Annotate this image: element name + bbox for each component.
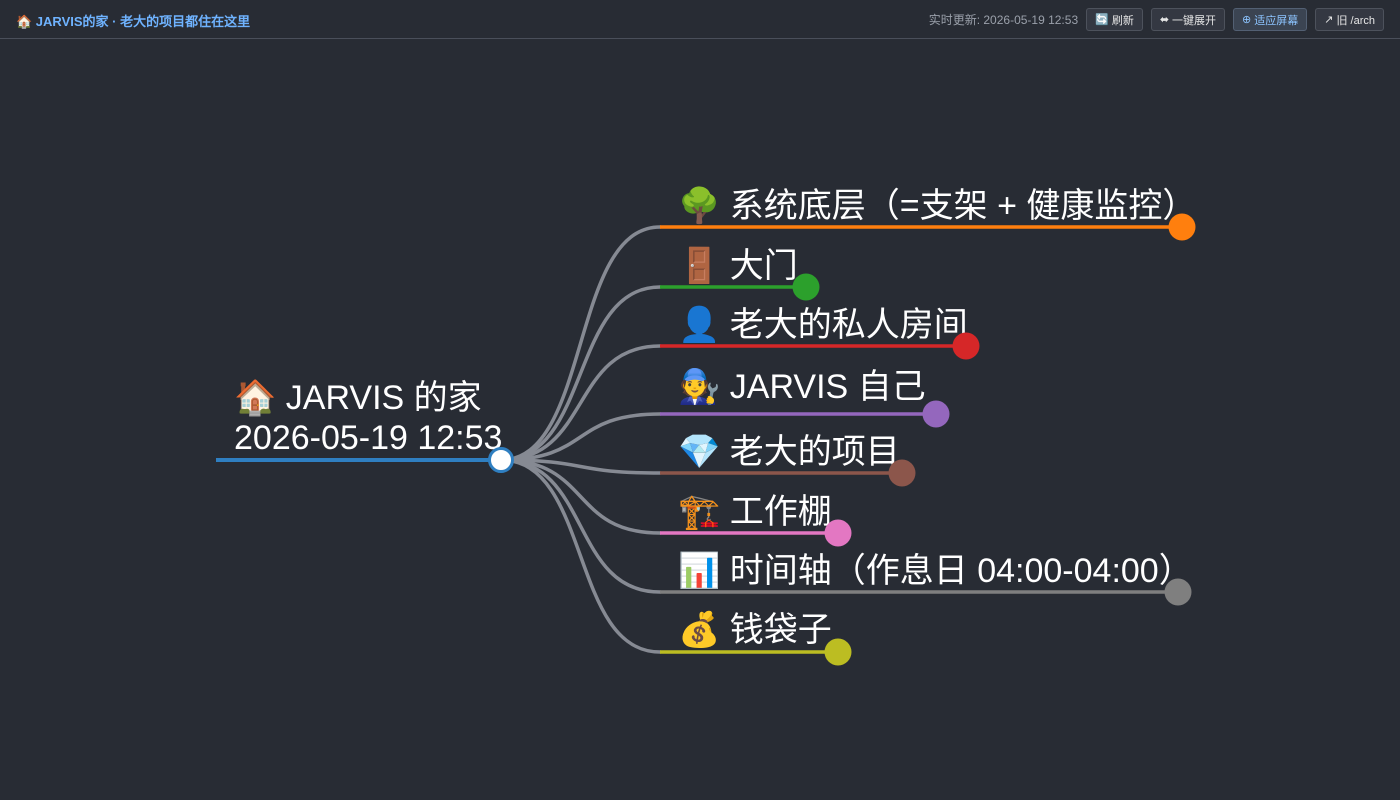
child-expand-circle[interactable] <box>922 400 950 428</box>
fit-screen-label: 适应屏幕 <box>1254 14 1299 27</box>
child-node-label[interactable]: 💰 钱袋子 <box>678 610 832 650</box>
child-expand-circle[interactable] <box>1168 213 1196 241</box>
old-arch-link-button[interactable]: ↗ 旧 /arch <box>1315 8 1384 31</box>
child-node-label[interactable]: 🌳 系统底层（=支架 + 健康监控） <box>678 185 1196 225</box>
expand-icon: ⬌ <box>1159 14 1170 26</box>
old-arch-label: 旧 /arch <box>1336 14 1375 27</box>
update-status: 实时更新: 2026-05-19 12:53 <box>928 13 1079 27</box>
branch-connector <box>499 458 662 654</box>
child-expand-circle[interactable] <box>824 519 852 547</box>
root-node-title[interactable]: 🏠 JARVIS 的家 <box>234 379 482 417</box>
child-expand-circle[interactable] <box>792 273 820 301</box>
external-link-icon: ↗ <box>1324 14 1334 26</box>
branch-connector <box>499 285 662 462</box>
child-expand-circle[interactable] <box>824 638 852 666</box>
child-node-label[interactable]: 👤 老大的私人房间 <box>678 305 968 344</box>
fit-screen-button[interactable]: ⊕ 适应屏幕 <box>1233 8 1308 31</box>
branch-connector <box>499 225 662 462</box>
refresh-icon: 🔄 <box>1095 14 1109 26</box>
fit-icon: ⊕ <box>1242 14 1252 26</box>
refresh-button[interactable]: 🔄 刷新 <box>1086 8 1143 31</box>
child-node-label[interactable]: 🚪 大门 <box>678 246 798 285</box>
expand-all-label: 一键展开 <box>1172 14 1217 27</box>
branch-connector <box>499 458 662 594</box>
root-toggle-circle[interactable] <box>488 447 514 473</box>
child-node-label[interactable]: 💎 老大的项目 <box>678 433 900 471</box>
mindmap-canvas[interactable]: 🏠 JARVIS 的家2026-05-19 12:53 🌳 系统底层（=支架 + … <box>0 40 1400 800</box>
child-node-label[interactable]: 🧑‍🔧 JARVIS 自己 <box>678 367 926 406</box>
toolbar: 实时更新: 2026-05-19 12:53 🔄 刷新 ⬌ 一键展开 ⊕ 适应屏… <box>929 8 1384 31</box>
child-expand-circle[interactable] <box>952 332 980 360</box>
page-title: 🏠 JARVIS的家 · 老大的项目都住在这里 <box>16 14 251 29</box>
top-bar: 🏠 JARVIS的家 · 老大的项目都住在这里 实时更新: 2026-05-19… <box>0 0 1400 39</box>
root-node-timestamp: 2026-05-19 12:53 <box>234 419 502 457</box>
expand-all-button[interactable]: ⬌ 一键展开 <box>1150 8 1226 31</box>
branch-connector <box>499 344 662 462</box>
child-expand-circle[interactable] <box>1164 578 1192 606</box>
refresh-label: 刷新 <box>1111 14 1134 27</box>
child-node-label[interactable]: 📊 时间轴（作息日 04:00-04:00） <box>678 551 1193 590</box>
child-node-label[interactable]: 🏗️ 工作棚 <box>678 493 832 531</box>
child-expand-circle[interactable] <box>888 459 916 487</box>
